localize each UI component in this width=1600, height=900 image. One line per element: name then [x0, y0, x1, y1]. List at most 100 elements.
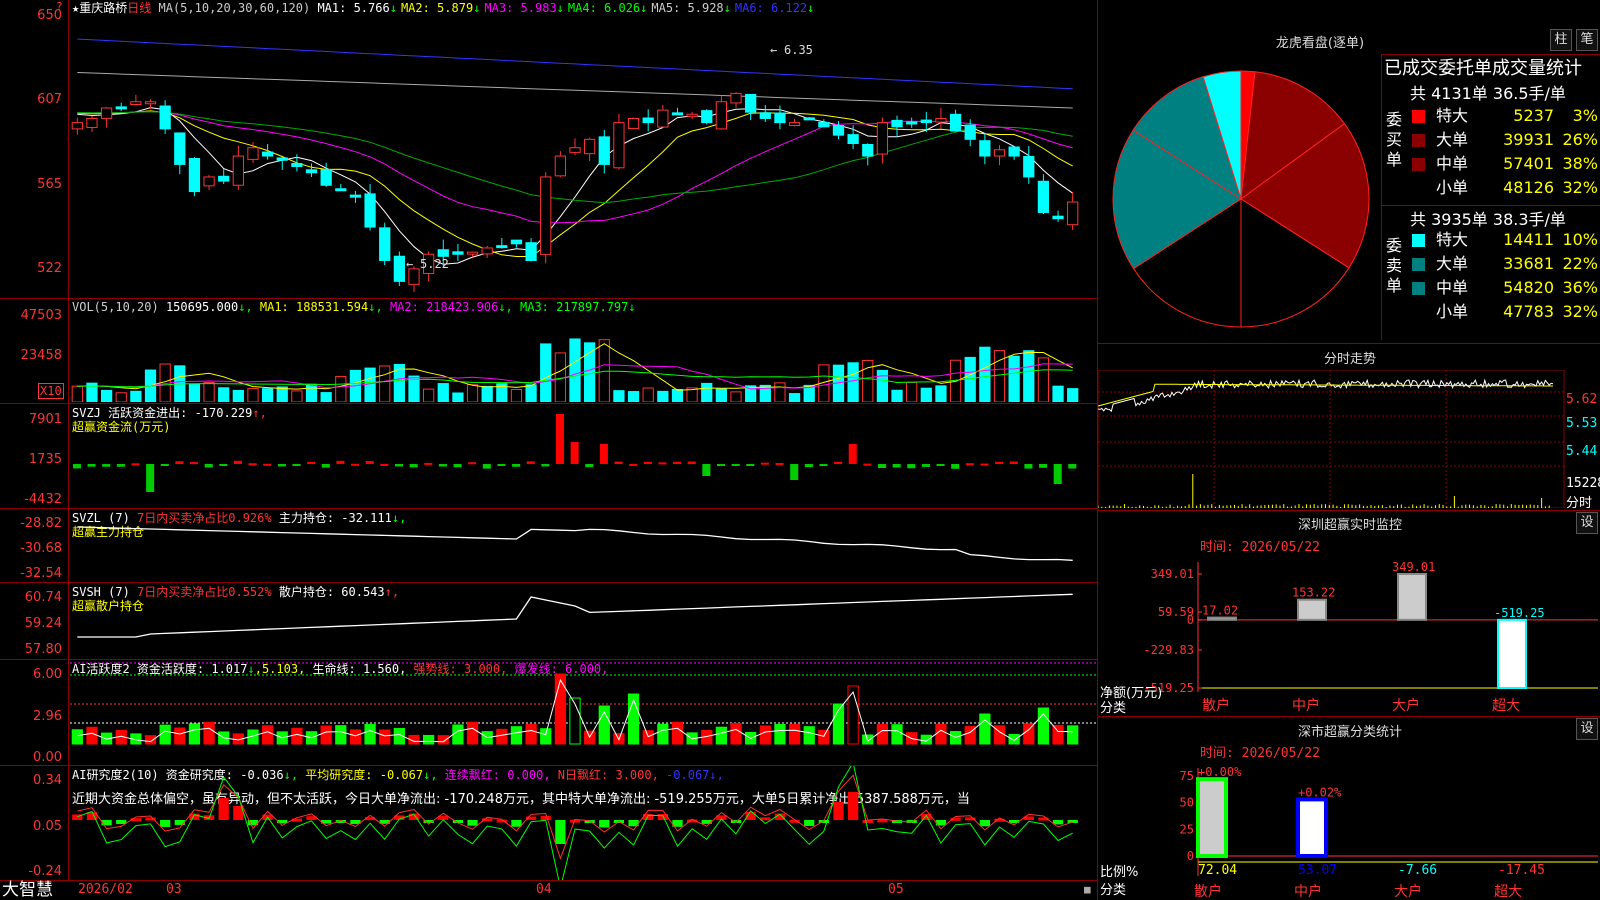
research-bar — [979, 820, 990, 827]
intraday-chart[interactable] — [1098, 370, 1566, 508]
color-swatch — [1412, 134, 1425, 147]
volume-bar — [1067, 388, 1079, 402]
classify-y-label: 50 — [1180, 796, 1194, 810]
main-y-label: 522 — [37, 261, 62, 276]
research-bar — [555, 820, 566, 844]
candle — [949, 113, 962, 132]
row-name: 小单 — [1436, 178, 1469, 197]
fund-flow-bar — [1039, 464, 1048, 468]
fund-flow-bar — [380, 463, 389, 466]
kline-chart[interactable]: ← 6.35 ← 5.22 — [70, 14, 1096, 296]
period-label[interactable]: 日线 — [127, 1, 151, 15]
intraday-y-label: 5.62 — [1566, 392, 1598, 407]
ai-research-chart[interactable] — [70, 766, 1096, 880]
ai-active-chart[interactable] — [70, 660, 1096, 765]
vol-params: VOL(5,10,20) — [72, 300, 159, 314]
activity-bar — [876, 724, 889, 745]
activity-bar — [774, 724, 786, 745]
fund-flow-bar — [570, 442, 579, 464]
x-axis-label: 03 — [166, 882, 182, 897]
lock-icon[interactable]: ■ — [1084, 883, 1091, 896]
pie-chart[interactable] — [1108, 66, 1374, 332]
corner-question-icon[interactable]: ? — [56, 0, 63, 13]
fund-flow-bar — [804, 464, 813, 468]
activity-bar — [891, 724, 903, 745]
candle — [891, 119, 903, 128]
monitor-bar-chart[interactable]: 349.0159.590-229.83-519.2517.02散户153.22中… — [1098, 552, 1600, 716]
category-label: 中户 — [1294, 883, 1322, 900]
activity-bar — [144, 735, 157, 745]
activity-bar — [291, 727, 303, 745]
candle — [364, 193, 376, 228]
ma-value-2: MA2: 5.879↓ — [400, 1, 481, 15]
fund-flow-bar — [233, 460, 242, 464]
candle — [964, 124, 976, 140]
fund-flow-bar — [716, 464, 726, 466]
fund-flow-bar — [585, 464, 594, 468]
vol-ma3: 217897.797 — [556, 300, 629, 314]
research-bar — [833, 802, 844, 820]
volume-bar — [188, 383, 201, 402]
volume-chart[interactable] — [70, 314, 1096, 402]
volume-bar — [627, 391, 640, 402]
volume-bar — [847, 362, 859, 402]
activity-bar — [364, 723, 376, 745]
candle — [335, 188, 347, 192]
volume-bar — [261, 388, 274, 402]
row-name: 小单 — [1436, 302, 1469, 321]
classify-settings-button[interactable]: 设 — [1576, 718, 1598, 740]
volume-bar — [876, 369, 889, 402]
row-name: 特大 — [1436, 106, 1469, 125]
stroke-mode-button[interactable]: 笔 — [1576, 29, 1598, 51]
left-chart-area[interactable]: ★重庆路桥日线 MA(5,10,20,30,60,120) MA1: 5.766… — [0, 0, 1098, 900]
monitor-y-label: 0 — [1187, 613, 1194, 627]
activity-bar — [847, 685, 859, 745]
category-label: 超大 — [1492, 698, 1520, 714]
research-bar — [599, 820, 610, 828]
volume-bar — [730, 391, 742, 402]
candle — [379, 227, 391, 261]
monitor-settings-button[interactable]: 设 — [1576, 512, 1598, 534]
svzl-chart[interactable] — [70, 509, 1096, 582]
ma-value-4: MA4: 6.026↓ — [567, 1, 648, 15]
candle — [730, 92, 742, 104]
volume-bar — [964, 356, 976, 402]
monitor-y-label: -229.83 — [1143, 643, 1194, 657]
volume-bar — [320, 392, 332, 402]
activity-bar — [1008, 733, 1020, 745]
fund-flow-bar — [116, 464, 125, 467]
ma-value-5: MA5: 5.928↓ — [651, 1, 731, 15]
color-swatch — [1412, 182, 1425, 195]
row-value: 47783 — [1503, 302, 1554, 321]
monitor-bar — [1297, 598, 1327, 621]
svzj-y-label: 1735 — [28, 452, 62, 467]
fund-flow-bar — [921, 464, 930, 467]
svsh-chart[interactable] — [70, 583, 1096, 659]
svzj-chart[interactable] — [70, 404, 1096, 508]
classify-top-label: +0.02% — [1298, 785, 1342, 799]
fund-flow-bar — [72, 464, 81, 469]
buy-row: 中单 57401 38% — [1408, 152, 1598, 176]
research-bar — [116, 820, 127, 824]
activity-bar — [261, 725, 274, 745]
stock-name[interactable]: 重庆路桥 — [79, 1, 127, 15]
svsh-y-label: 59.24 — [24, 616, 62, 631]
sell-summary: 共 3935单 38.3手/单 — [1410, 210, 1566, 229]
activity-bar — [671, 721, 684, 745]
fund-flow-bar — [863, 463, 872, 466]
classify-bar-chart[interactable]: 75 50 25 0 +0.00% 72.04 散户 +0.02% 53.07 中户 -7.66 大户… — [1098, 758, 1600, 900]
ma-value-3: MA3: 5.983↓ — [484, 1, 564, 15]
fund-flow-bar — [878, 464, 887, 469]
classify-y-label: 25 — [1180, 822, 1194, 836]
category-label: 大户 — [1394, 883, 1422, 900]
ai-research-y-label: -0.24 — [28, 864, 62, 879]
fund-flow-bar — [409, 464, 418, 468]
fund-flow-bar — [394, 464, 404, 467]
candle — [1067, 201, 1079, 226]
avg-research-line — [77, 766, 1073, 880]
activity-bar — [159, 724, 171, 745]
fund-flow-bar — [555, 414, 565, 464]
bar-mode-button[interactable]: 柱 — [1550, 29, 1572, 51]
ai-active-y-label: 6.00 — [33, 667, 62, 682]
low-price-value: 5.22 — [420, 257, 449, 271]
